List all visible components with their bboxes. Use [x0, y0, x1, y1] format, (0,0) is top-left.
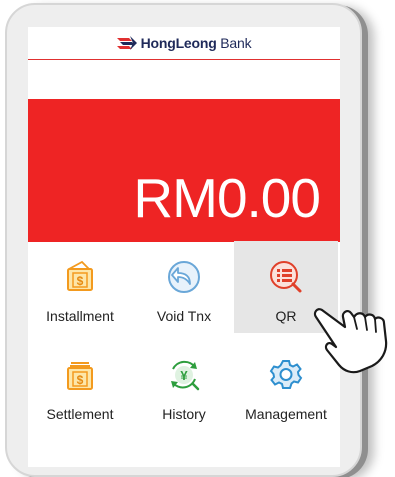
management-gear-icon — [269, 360, 303, 389]
app-screen: HongLeong Bank RM0.00 $ Installment Void… — [28, 27, 340, 467]
svg-text:$: $ — [77, 373, 84, 387]
menu-item-settlement[interactable]: $ Settlement — [28, 339, 132, 431]
pointing-hand-icon — [313, 308, 388, 374]
brand-name-regular: Bank — [216, 35, 252, 51]
qr-scan-icon — [270, 261, 302, 293]
brand-name-bold: HongLeong — [140, 35, 217, 51]
settlement-wallet-icon: $ — [67, 362, 93, 390]
app-header: HongLeong Bank — [28, 27, 340, 60]
menu-grid: $ Installment Void Tnx QR $ Settlement ¥… — [28, 241, 340, 441]
menu-item-label: Settlement — [46, 406, 114, 422]
history-yen-icon: ¥ — [171, 360, 200, 391]
svg-text:$: $ — [77, 274, 84, 288]
balance-amount: RM0.00 — [133, 167, 321, 229]
hongleong-logo-icon — [116, 36, 137, 50]
menu-item-label: Void Tnx — [156, 308, 212, 324]
menu-item-label: Installment — [46, 308, 114, 324]
installment-wallet-icon: $ — [67, 260, 93, 291]
brand-name: HongLeong Bank — [141, 35, 252, 51]
menu-item-label: History — [162, 406, 206, 422]
svg-text:¥: ¥ — [180, 368, 188, 383]
menu-item-void-tnx[interactable]: Void Tnx — [132, 241, 236, 333]
menu-item-history[interactable]: ¥ History — [132, 339, 236, 431]
menu-item-installment[interactable]: $ Installment — [28, 241, 132, 333]
menu-item-label: Management — [245, 406, 327, 422]
menu-item-label: QR — [275, 308, 297, 324]
void-transaction-icon — [168, 261, 200, 293]
balance-banner: RM0.00 — [28, 99, 340, 242]
